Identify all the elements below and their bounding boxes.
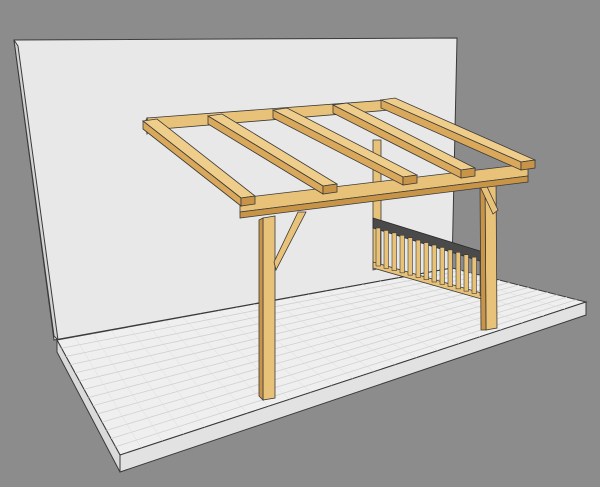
railing-baluster [471, 256, 477, 294]
pergola-scene [13, 37, 588, 473]
rafter-end [520, 159, 536, 171]
railing-baluster [431, 244, 437, 283]
railing-baluster [383, 230, 389, 269]
rafter-end [460, 167, 476, 179]
railing-baluster [455, 251, 461, 290]
railing-baluster [375, 227, 381, 267]
rafter-end [240, 195, 256, 207]
railing-baluster [391, 232, 397, 271]
rafter-end [322, 183, 338, 195]
railing-baluster [407, 237, 413, 276]
railing-baluster [423, 242, 429, 281]
railing-baluster [399, 234, 405, 274]
railing-baluster [415, 239, 421, 278]
render-viewport [0, 0, 600, 487]
railing-baluster [439, 247, 445, 285]
railing-baluster [463, 254, 469, 292]
railing-baluster [447, 249, 453, 287]
rafter-end [402, 174, 418, 186]
